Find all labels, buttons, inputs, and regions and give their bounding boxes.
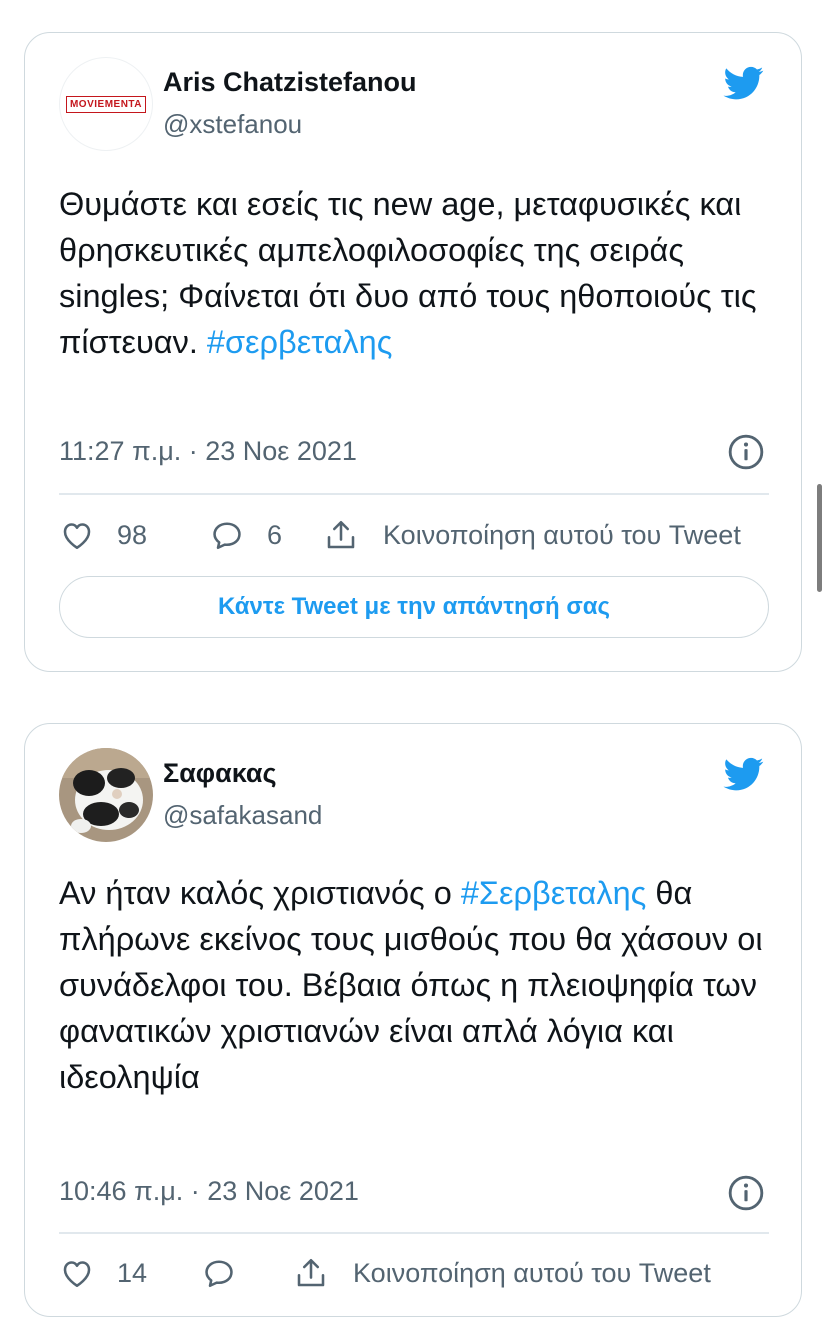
reply-count: 6	[267, 519, 283, 550]
reply-button[interactable]: 6	[209, 510, 282, 560]
share-button[interactable]: Κοινοποίηση αυτού του Tweet	[293, 1248, 769, 1298]
share-label: Κοινοποίηση αυτού του Tweet	[383, 519, 741, 550]
divider	[59, 493, 769, 495]
hashtag-link[interactable]: #σερβεταλης	[207, 324, 392, 360]
cat-photo	[59, 748, 153, 842]
tweet-card[interactable]: Σαφακας @safakasand Αν ήταν καλός χριστι…	[24, 723, 802, 1317]
tweet-text: Θυμάστε και εσείς τις new age, μεταφυσικ…	[59, 181, 771, 365]
tweet-timestamp[interactable]: 11:27 π.μ. · 23 Νοε 2021	[59, 436, 357, 467]
tweet-card[interactable]: MOVIEMENTA Aris Chatzistefanou @xstefano…	[24, 32, 802, 672]
share-icon	[297, 1258, 325, 1287]
author-name[interactable]: Aris Chatzistefanou	[163, 67, 417, 98]
author-name[interactable]: Σαφακας	[163, 758, 277, 789]
reply-button[interactable]	[201, 1248, 237, 1298]
reply-tweet-button[interactable]: Κάντε Tweet με την απάντησή σας	[59, 576, 769, 638]
share-icon	[327, 520, 355, 549]
info-icon[interactable]	[727, 1174, 765, 1212]
speech-bubble-icon	[213, 522, 241, 550]
moviementa-logo: MOVIEMENTA	[65, 95, 147, 113]
share-label: Κοινοποίηση αυτού του Tweet	[353, 1257, 711, 1288]
share-button[interactable]: Κοινοποίηση αυτού του Tweet	[323, 510, 769, 560]
tweet-timestamp[interactable]: 10:46 π.μ. · 23 Νοε 2021	[59, 1176, 359, 1207]
info-icon[interactable]	[727, 433, 765, 471]
like-count: 14	[117, 1257, 148, 1288]
tweet-actions: 14 Κοινοποίηση αυτού του Tweet	[59, 1248, 769, 1298]
tweet-text: Αν ήταν καλός χριστιανός ο #Σερβεταλης θ…	[59, 870, 771, 1100]
twitter-bird-icon[interactable]	[721, 63, 767, 103]
tweet-text-body: Αν ήταν καλός χριστιανός ο	[59, 875, 461, 911]
hashtag-link[interactable]: #Σερβεταλης	[461, 875, 646, 911]
like-count: 98	[117, 519, 148, 550]
author-handle[interactable]: @safakasand	[163, 800, 322, 831]
tweet-text-body: Θυμάστε και εσείς τις new age, μεταφυσικ…	[59, 186, 757, 360]
tweet-actions: 98 6 Κοινοποίηση αυτού του Tweet	[59, 510, 769, 560]
avatar[interactable]: MOVIEMENTA	[59, 57, 153, 151]
heart-icon	[63, 523, 91, 550]
like-button[interactable]: 14	[59, 1248, 147, 1298]
author-handle[interactable]: @xstefanou	[163, 109, 302, 140]
twitter-bird-icon[interactable]	[721, 754, 767, 794]
speech-bubble-icon	[205, 1260, 233, 1288]
scrollbar[interactable]	[817, 484, 822, 592]
like-button[interactable]: 98	[59, 510, 147, 560]
heart-icon	[63, 1261, 91, 1288]
divider	[59, 1232, 769, 1234]
avatar[interactable]	[59, 748, 153, 842]
